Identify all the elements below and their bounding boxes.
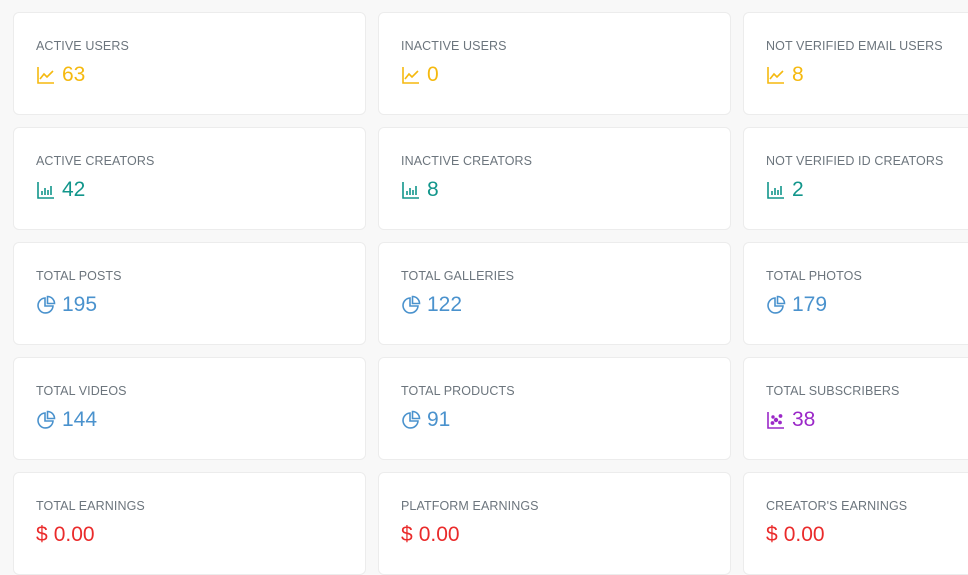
stat-label: NOT VERIFIED EMAIL USERS: [766, 39, 943, 53]
stat-value: 2: [792, 178, 804, 201]
stat-card-total-photos: TOTAL PHOTOS 179: [743, 242, 968, 345]
stat-value: 63: [62, 63, 86, 86]
stat-label: TOTAL PRODUCTS: [401, 384, 515, 398]
stat-card-active-users: ACTIVE USERS 63: [13, 12, 366, 115]
stat-value: 38: [792, 408, 816, 431]
stat-label: TOTAL VIDEOS: [36, 384, 127, 398]
stat-value: 0: [427, 63, 439, 86]
stat-value-row: 42: [36, 178, 85, 202]
stat-card-total-products: TOTAL PRODUCTS 91: [378, 357, 731, 460]
stat-card-creators-earnings: CREATOR'S EARNINGS $ 0.00: [743, 472, 968, 575]
stat-value: 0.00: [418, 523, 460, 546]
stat-label: PLATFORM EARNINGS: [401, 499, 539, 513]
stat-label: ACTIVE USERS: [36, 39, 129, 53]
stat-value: 8: [792, 63, 804, 86]
stats-grid: ACTIVE USERS 63 INACTIVE USERS 0 NOT VER…: [13, 12, 968, 575]
line-chart-icon: [37, 67, 54, 84]
stat-label: CREATOR'S EARNINGS: [766, 499, 908, 513]
bar-chart-icon: [767, 182, 784, 199]
stat-card-total-subscribers: TOTAL SUBSCRIBERS 38: [743, 357, 968, 460]
stat-label: TOTAL PHOTOS: [766, 269, 862, 283]
stat-card-total-galleries: TOTAL GALLERIES 122: [378, 242, 731, 345]
stat-label: TOTAL EARNINGS: [36, 499, 145, 513]
stat-value-row: 38: [766, 408, 815, 432]
stat-label: INACTIVE CREATORS: [401, 154, 533, 168]
stat-label: TOTAL POSTS: [36, 269, 122, 283]
stat-label: TOTAL GALLERIES: [401, 269, 515, 283]
stat-value: 8: [427, 178, 439, 201]
stat-value: 0.00: [53, 523, 95, 546]
stat-card-total-posts: TOTAL POSTS 195: [13, 242, 366, 345]
currency-symbol: $: [401, 523, 413, 546]
stat-value-row: 8: [401, 178, 439, 202]
stat-card-inactive-creators: INACTIVE CREATORS 8: [378, 127, 731, 230]
currency-symbol: $: [766, 523, 778, 546]
stat-card-total-videos: TOTAL VIDEOS 144: [13, 357, 366, 460]
stat-card-platform-earnings: PLATFORM EARNINGS $ 0.00: [378, 472, 731, 575]
stat-value: 144: [62, 408, 98, 431]
bar-chart-icon: [402, 182, 419, 199]
stat-value-row: 91: [401, 408, 450, 432]
stat-card-total-earnings: TOTAL EARNINGS $ 0.00: [13, 472, 366, 575]
stat-value: 122: [427, 293, 463, 316]
line-chart-icon: [767, 67, 784, 84]
stat-value-row: 195: [36, 293, 97, 317]
pie-chart-icon: [767, 295, 786, 314]
stat-card-active-creators: ACTIVE CREATORS 42: [13, 127, 366, 230]
stat-value: 0.00: [783, 523, 825, 546]
stat-value: 195: [62, 293, 98, 316]
pie-chart-icon: [37, 295, 56, 314]
line-chart-icon: [402, 67, 419, 84]
stat-value: 42: [62, 178, 86, 201]
currency-symbol: $: [36, 523, 48, 546]
pie-chart-icon: [402, 410, 421, 429]
stat-value-row: 63: [36, 63, 85, 87]
stat-value-row: 179: [766, 293, 827, 317]
stat-value-row: $ 0.00: [36, 523, 95, 547]
stat-value: 179: [792, 293, 828, 316]
stat-label: TOTAL SUBSCRIBERS: [766, 384, 900, 398]
stat-card-not-verified-email-users: NOT VERIFIED EMAIL USERS 8: [743, 12, 968, 115]
stat-label: NOT VERIFIED ID CREATORS: [766, 154, 944, 168]
stat-label: INACTIVE USERS: [401, 39, 507, 53]
pie-chart-icon: [37, 410, 56, 429]
pie-chart-icon: [402, 295, 421, 314]
stat-value-row: $ 0.00: [401, 523, 460, 547]
stat-label: ACTIVE CREATORS: [36, 154, 155, 168]
stat-value-row: 2: [766, 178, 804, 202]
stat-card-inactive-users: INACTIVE USERS 0: [378, 12, 731, 115]
bar-chart-icon: [37, 182, 54, 199]
scatter-chart-icon: [767, 412, 784, 429]
stat-value-row: 8: [766, 63, 804, 87]
stat-value-row: $ 0.00: [766, 523, 825, 547]
stat-value-row: 122: [401, 293, 462, 317]
stat-card-not-verified-id-creators: NOT VERIFIED ID CREATORS 2: [743, 127, 968, 230]
stat-value-row: 144: [36, 408, 97, 432]
stat-value-row: 0: [401, 63, 439, 87]
stat-value: 91: [427, 408, 451, 431]
